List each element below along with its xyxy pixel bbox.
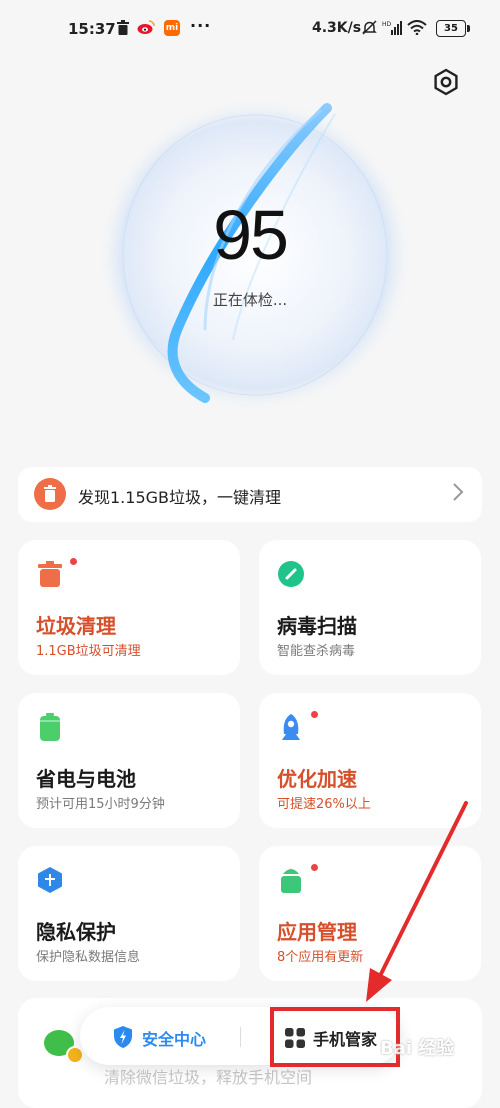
status-bar: 15:37 mi ··· 4.3K/s HD 35 [0,0,500,58]
signal-icon: HD [382,20,402,39]
weibo-icon [137,20,155,39]
app-manager-icon [277,866,305,894]
card-subtitle: 1.1GB垃圾可清理 [36,644,141,659]
card-title: 优化加速 [277,767,357,791]
mi-icon: mi [164,20,180,36]
banner-text: 发现1.15GB垃圾，一键清理 [78,488,282,507]
notification-dot [311,711,318,718]
card-speed-boost[interactable]: 优化加速 可提速26%以上 [259,693,481,828]
notification-dot [311,864,318,871]
trash-icon [34,478,66,510]
card-title: 省电与电池 [36,767,136,791]
card-subtitle: 预计可用15小时9分钟 [36,797,165,812]
card-subtitle: 保护隐私数据信息 [36,950,141,965]
svg-text:HD: HD [382,21,392,28]
virus-scan-icon [277,560,305,588]
mute-icon [362,20,377,39]
card-battery[interactable]: 省电与电池 预计可用15小时9分钟 [18,693,240,828]
notification-dot [70,558,77,565]
card-title: 隐私保护 [36,920,116,944]
chevron-right-icon [452,481,464,509]
rocket-icon [277,713,305,741]
card-virus-scan[interactable]: 病毒扫描 智能查杀病毒 [259,540,481,675]
network-speed: 4.3K/s [312,20,362,36]
card-title: 病毒扫描 [277,614,357,638]
junk-cleanup-banner[interactable]: 发现1.15GB垃圾，一键清理 [18,467,482,522]
card-title: 垃圾清理 [36,614,116,638]
nav-divider [240,1027,241,1047]
card-title: 应用管理 [277,920,357,944]
trash-icon [116,20,130,39]
settings-gear-icon[interactable] [432,68,460,96]
wechat-cleanup-text: 清除微信垃圾，释放手机空间 [104,1068,313,1087]
scan-status: 正在体检... [212,291,288,309]
privacy-shield-icon [36,866,64,894]
trash-can-icon [36,560,64,588]
card-subtitle: 8个应用有更新 [277,950,364,965]
more-notifications-icon: ··· [190,16,212,35]
baidu-watermark: Bai 经验 [380,1038,455,1059]
shield-icon [112,1025,134,1053]
card-junk-cleanup[interactable]: 垃圾清理 1.1GB垃圾可清理 [18,540,240,675]
battery-icon [36,713,64,741]
card-app-manager[interactable]: 应用管理 8个应用有更新 [259,846,481,981]
health-score: 95 [213,196,289,274]
trash-badge-icon [66,1046,84,1064]
card-subtitle: 智能查杀病毒 [277,644,356,659]
battery-indicator: 35 [436,20,470,37]
status-time: 15:37 [68,20,116,38]
wifi-icon [407,20,427,39]
tab-label: 安全中心 [142,1030,207,1049]
card-privacy[interactable]: 隐私保护 保护隐私数据信息 [18,846,240,981]
card-subtitle: 可提速26%以上 [277,797,371,812]
